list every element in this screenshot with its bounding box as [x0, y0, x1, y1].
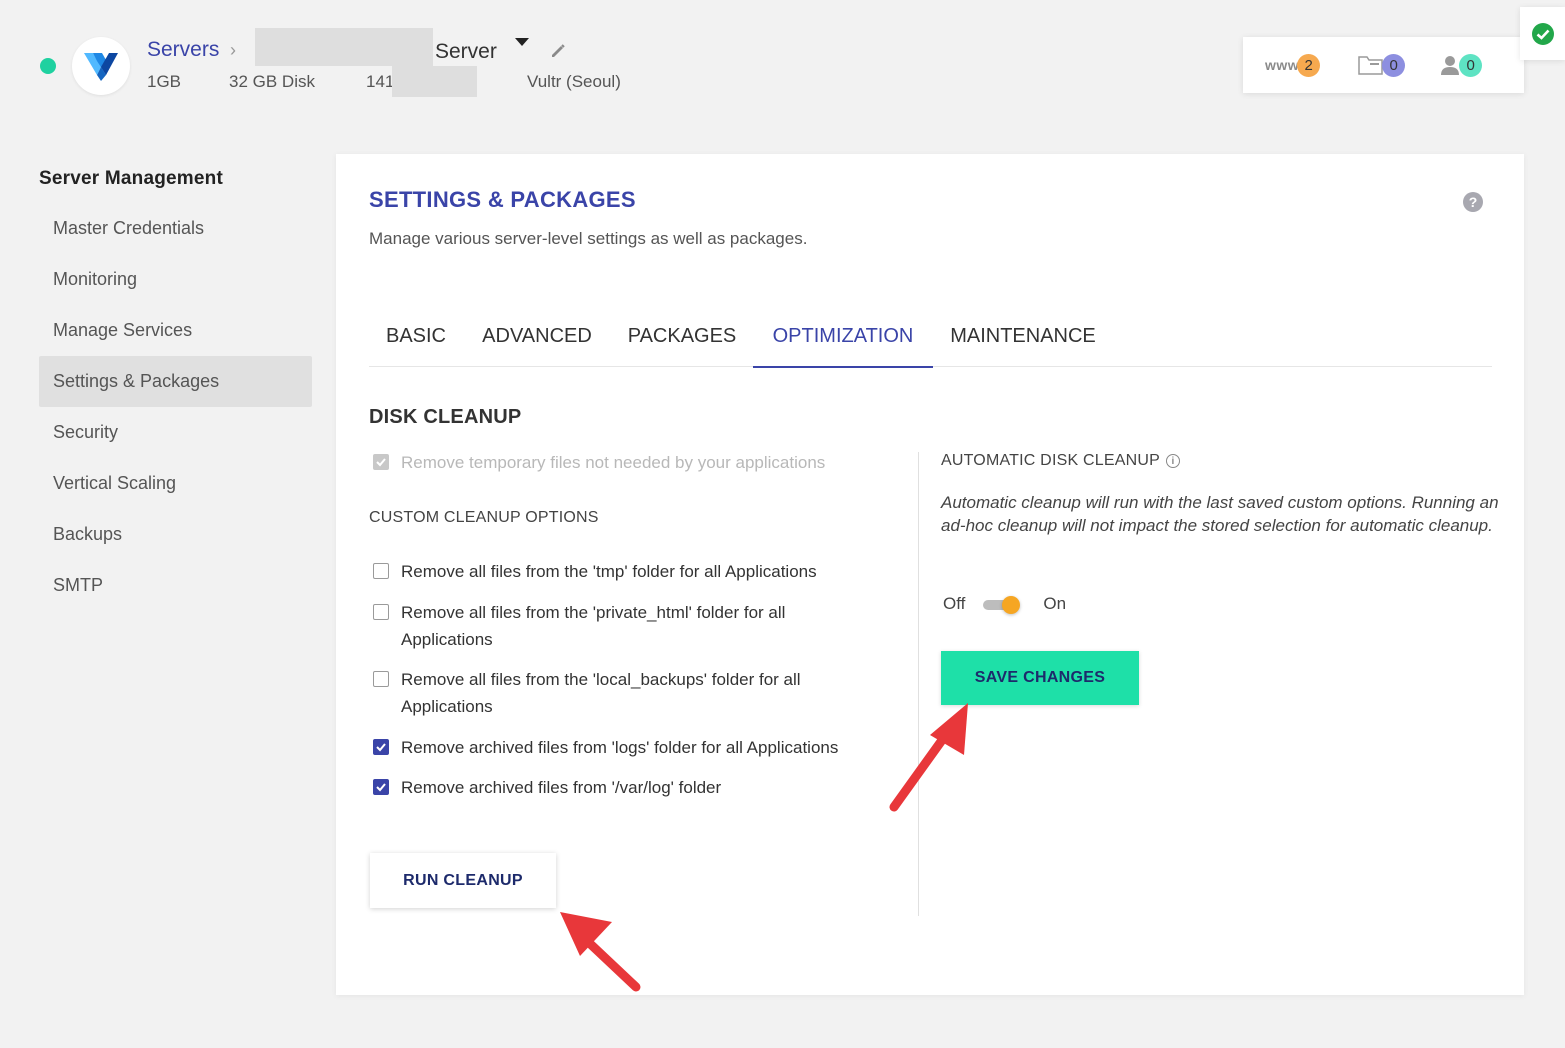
files-counter[interactable]: 0	[1358, 53, 1406, 77]
tab-optimization[interactable]: OPTIMIZATION	[753, 306, 933, 368]
automatic-cleanup-description: Automatic cleanup will run with the last…	[941, 493, 1499, 535]
run-cleanup-button[interactable]: RUN CLEANUP	[370, 853, 556, 908]
automatic-cleanup-toggle[interactable]	[981, 594, 1021, 614]
sidebar-item-manage-services[interactable]: Manage Services	[39, 305, 312, 356]
option-private-html-checkbox[interactable]	[373, 604, 389, 620]
www-count-badge: 2	[1297, 53, 1321, 77]
tab-maintenance[interactable]: MAINTENANCE	[933, 306, 1113, 367]
option-local-backups-checkbox[interactable]	[373, 671, 389, 687]
checkmark-icon	[376, 783, 386, 792]
breadcrumb-chevron-icon: ›	[230, 40, 236, 60]
server-ram: 1GB	[147, 72, 182, 91]
automatic-disk-cleanup-label: AUTOMATIC DISK CLEANUP	[941, 452, 1160, 469]
server-name: Server	[435, 40, 497, 63]
www-icon: www	[1265, 57, 1300, 73]
sidebar-nav: Master Credentials Monitoring Manage Ser…	[39, 203, 312, 611]
custom-cleanup-options-label: CUSTOM CLEANUP OPTIONS	[369, 509, 599, 526]
sidebar-title: Server Management	[39, 168, 223, 189]
toggle-knob	[1002, 596, 1021, 614]
sidebar-item-backups[interactable]: Backups	[39, 509, 312, 560]
automatic-disk-cleanup-title: AUTOMATIC DISK CLEANUP i	[941, 452, 1180, 470]
sidebar-item-security[interactable]: Security	[39, 407, 312, 458]
users-count-badge: 0	[1459, 53, 1483, 77]
column-divider	[918, 452, 919, 916]
vultr-logo-icon	[84, 53, 118, 81]
page-title: SETTINGS & PACKAGES	[369, 187, 636, 212]
settings-tabs: BASIC ADVANCED PACKAGES OPTIMIZATION MAI…	[369, 306, 1492, 368]
toggle-off-label: Off	[943, 594, 966, 613]
help-icon[interactable]: ?	[1463, 192, 1483, 212]
toggle-on-label: On	[1043, 594, 1067, 613]
vultr-logo	[72, 37, 130, 95]
option-logs-label: Remove archived files from 'logs' folder…	[401, 738, 839, 757]
breadcrumb-servers-link[interactable]: Servers	[147, 38, 219, 62]
redacted-ip	[392, 66, 477, 97]
sidebar-item-monitoring[interactable]: Monitoring	[39, 254, 312, 305]
edit-pencil-icon[interactable]	[549, 42, 567, 65]
temp-files-option: Remove temporary files not needed by you…	[373, 449, 825, 476]
checkmark-icon	[376, 458, 386, 467]
redacted-server-name	[255, 28, 433, 66]
option-logs-folder[interactable]: Remove archived files from 'logs' folder…	[373, 734, 913, 761]
server-location: Vultr (Seoul)	[527, 72, 621, 91]
automatic-cleanup-toggle-row: Off On	[943, 594, 1066, 614]
temp-files-checkbox	[373, 454, 389, 470]
server-counters: www 2 0 0	[1243, 37, 1524, 93]
tab-basic[interactable]: BASIC	[369, 306, 463, 367]
success-notification	[1520, 7, 1565, 60]
disk-cleanup-title: DISK CLEANUP	[369, 406, 522, 428]
option-private-html-label: Remove all files from the 'private_html'…	[401, 603, 786, 649]
option-var-log-label: Remove archived files from '/var/log' fo…	[401, 778, 722, 797]
folder-icon	[1358, 56, 1383, 75]
option-var-log-checkbox[interactable]	[373, 779, 389, 795]
sidebar-item-vertical-scaling[interactable]: Vertical Scaling	[39, 458, 312, 509]
option-local-backups-folder[interactable]: Remove all files from the 'local_backups…	[373, 666, 863, 720]
page-subtitle: Manage various server-level settings as …	[369, 229, 808, 248]
settings-card: SETTINGS & PACKAGES Manage various serve…	[336, 154, 1524, 995]
option-tmp-folder[interactable]: Remove all files from the 'tmp' folder f…	[373, 558, 893, 585]
info-icon[interactable]: i	[1165, 454, 1180, 468]
www-counter[interactable]: www 2	[1265, 53, 1321, 77]
server-dropdown-caret-icon[interactable]	[515, 38, 529, 46]
sidebar-item-settings-packages[interactable]: Settings & Packages	[39, 356, 312, 407]
checkmark-icon	[376, 743, 386, 752]
option-var-log-folder[interactable]: Remove archived files from '/var/log' fo…	[373, 774, 893, 801]
files-count-badge: 0	[1382, 53, 1406, 77]
option-tmp-label: Remove all files from the 'tmp' folder f…	[401, 562, 817, 581]
option-logs-checkbox[interactable]	[373, 739, 389, 755]
tab-packages[interactable]: PACKAGES	[611, 306, 753, 367]
sidebar-item-smtp[interactable]: SMTP	[39, 560, 312, 611]
tab-advanced[interactable]: ADVANCED	[463, 306, 611, 367]
option-local-backups-label: Remove all files from the 'local_backups…	[401, 670, 801, 716]
check-circle-icon	[1531, 22, 1554, 45]
server-status-dot	[40, 58, 56, 74]
temp-files-label: Remove temporary files not needed by you…	[401, 453, 826, 472]
users-counter[interactable]: 0	[1439, 53, 1483, 77]
user-icon	[1441, 56, 1460, 75]
option-private-html-folder[interactable]: Remove all files from the 'private_html'…	[373, 599, 843, 653]
option-tmp-checkbox[interactable]	[373, 563, 389, 579]
sidebar-item-master-credentials[interactable]: Master Credentials	[39, 203, 312, 254]
server-disk: 32 GB Disk	[229, 72, 315, 91]
save-changes-button[interactable]: SAVE CHANGES	[941, 651, 1139, 705]
